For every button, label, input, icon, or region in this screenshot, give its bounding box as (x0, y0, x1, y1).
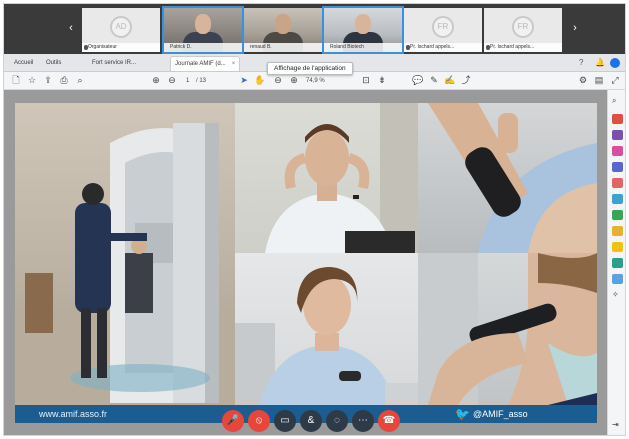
photo-imaging-room (15, 103, 235, 405)
participant-strip: ‹ AD Organisateur Patrick D. renaud B. R… (4, 4, 625, 54)
mute-mic-icon[interactable]: 🎤 (222, 410, 244, 432)
website-url: www.amif.asso.fr (39, 409, 108, 419)
account-icon[interactable] (610, 58, 620, 68)
mic-icon (406, 45, 410, 50)
camera-off-icon[interactable]: ⦸ (248, 410, 270, 432)
photo-imaging-room-graphic (15, 123, 235, 405)
photo-neck-device-graphic (418, 253, 597, 405)
photo-patient-graphic (235, 267, 418, 405)
tools-sidebar: ⌕ ✧ ⇥ (607, 90, 625, 435)
mic-icon (84, 45, 88, 50)
compare-icon[interactable] (612, 258, 623, 268)
share-screen-icon[interactable]: ▭ (274, 410, 296, 432)
strip-next-icon[interactable]: › (570, 21, 580, 35)
participant-tile[interactable]: FR Pr. Ischard appels... (404, 8, 482, 52)
document-viewport[interactable]: www.amif.asso.fr 🐦 @AMIF_asso (4, 90, 607, 435)
comment-tool-icon[interactable] (612, 146, 623, 156)
page-total: / 13 (196, 78, 207, 84)
twitter-icon: 🐦 (455, 407, 470, 421)
page-down-icon[interactable]: ⊖ (166, 74, 178, 87)
photo-earphones (235, 103, 418, 253)
fit-page-icon[interactable]: ⊡ (360, 74, 372, 87)
sign-icon[interactable]: ✍ (444, 74, 456, 87)
more-tools-icon[interactable]: ✧ (612, 290, 623, 300)
help-icon[interactable]: ? (579, 57, 583, 69)
twitter-handle: @AMIF_asso (473, 409, 528, 419)
hand-icon[interactable]: ✋ (254, 74, 266, 87)
participant-name: Organisateur (82, 43, 160, 52)
participant-tile[interactable]: Roland Biotech (322, 6, 404, 54)
app-window: ‹ AD Organisateur Patrick D. renaud B. R… (3, 3, 626, 436)
fullscreen-icon[interactable]: ⤢ (609, 74, 621, 87)
participant-name: Roland Biotech (324, 43, 402, 52)
photo-patient (235, 253, 418, 405)
participants-icon[interactable]: & (300, 410, 322, 432)
share-tool-icon[interactable] (612, 274, 623, 284)
share-icon[interactable]: ⤴ (460, 74, 472, 87)
participant-name: renaud B. (244, 43, 322, 52)
photo-device-arm-graphic (428, 103, 597, 253)
participant-tile[interactable]: FR Pr. Ischard appels... (484, 8, 562, 52)
bookmark-star-icon[interactable]: ☆ (26, 74, 38, 87)
participant-tile[interactable]: Patrick D. (162, 6, 244, 54)
scroll-mode-icon[interactable]: ⇟ (376, 74, 388, 87)
zoom-level[interactable]: 74,9 % (306, 75, 325, 87)
tab-document-active[interactable]: Journale AMIF (d... × (170, 56, 241, 71)
end-call-icon[interactable]: ☎ (378, 410, 400, 432)
participant-name: Pr. Ischard appels... (404, 43, 482, 52)
protect-icon[interactable] (612, 194, 623, 204)
document-page: www.amif.asso.fr 🐦 @AMIF_asso (15, 103, 597, 423)
participant-avatar: AD (110, 16, 132, 38)
organize-pages-icon[interactable] (612, 178, 623, 188)
tab-document-1[interactable]: Fort service IR... (88, 56, 140, 71)
tab-outils[interactable]: Outils (42, 56, 65, 71)
participant-video-face (195, 14, 211, 34)
mic-icon (486, 45, 490, 50)
participant-tile[interactable]: renaud B. (244, 8, 322, 52)
collapse-sidebar-icon[interactable]: ⇥ (612, 420, 623, 430)
participant-name: Pr. Ischard appels... (484, 43, 562, 52)
send-icon[interactable] (612, 226, 623, 236)
tab-label: Journale AMIF (d... (175, 61, 226, 67)
upload-icon[interactable]: ⇪ (42, 74, 54, 87)
zoom-in-icon[interactable]: ⊕ (288, 74, 300, 87)
search-icon[interactable]: ⌕ (612, 96, 623, 106)
photo-device-arm (418, 103, 597, 253)
participant-name: Patrick D. (164, 43, 242, 52)
fill-sign-icon[interactable] (612, 210, 623, 220)
new-file-icon[interactable]: 🗋 (10, 74, 22, 87)
print-icon[interactable]: ⎙ (58, 74, 70, 87)
participant-avatar: FR (432, 16, 454, 38)
tooltip: Affichage de l'application (267, 62, 353, 75)
chat-icon[interactable]: ◌ (326, 410, 348, 432)
export-pdf-icon[interactable] (612, 114, 623, 124)
bell-icon[interactable]: 🔔 (595, 57, 605, 69)
participant-video-face (355, 14, 371, 34)
settings-icon[interactable]: ⚙ (577, 74, 589, 87)
edit-pdf-icon[interactable] (612, 130, 623, 140)
stamp-icon[interactable] (612, 242, 623, 252)
photo-neck-device (418, 253, 597, 405)
search-icon[interactable]: ⌕ (74, 74, 86, 87)
photo-earphones-graphic (265, 103, 418, 253)
zoom-out-icon[interactable]: ⊖ (272, 74, 284, 87)
page-current[interactable]: 1 (186, 75, 189, 87)
participant-tile[interactable]: AD Organisateur (82, 8, 160, 52)
page-up-icon[interactable]: ⊕ (150, 74, 162, 87)
tab-close-icon[interactable]: × (232, 61, 236, 67)
comment-icon[interactable]: 💬 (412, 74, 424, 87)
more-options-icon[interactable]: ⋯ (352, 410, 374, 432)
participant-avatar: FR (512, 16, 534, 38)
participant-video-face (275, 14, 291, 34)
strip-prev-icon[interactable]: ‹ (66, 21, 76, 35)
pen-icon[interactable]: ✎ (428, 74, 440, 87)
combine-files-icon[interactable] (612, 162, 623, 172)
sidebar-toggle-icon[interactable]: ▤ (593, 74, 605, 87)
tab-accueil[interactable]: Accueil (10, 56, 37, 71)
cursor-icon[interactable]: ➤ (238, 74, 250, 87)
